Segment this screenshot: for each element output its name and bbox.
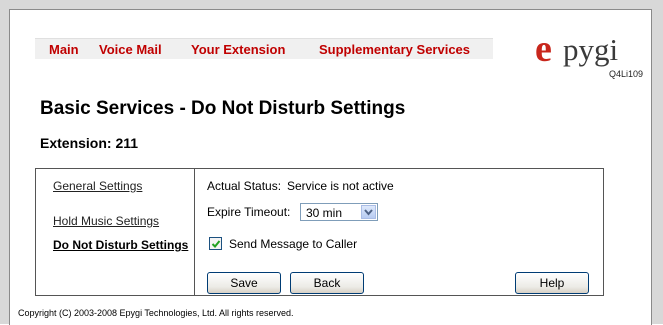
page-title: Basic Services - Do Not Disturb Settings [40,98,406,119]
logo-letter: e [535,28,552,70]
epygi-logo: e pygi Q4Li109 [535,29,647,79]
send-message-checkbox[interactable] [209,237,222,250]
model-label: Q4Li109 [609,69,644,79]
settings-sidebar: General Settings Hold Music Settings Do … [36,169,195,295]
extension-label: Extension: 211 [40,135,139,151]
window-frame-left [0,0,9,324]
expire-timeout-label: Expire Timeout: [207,205,291,219]
help-button[interactable]: Help [515,272,589,294]
save-button[interactable]: Save [207,272,281,294]
settings-panel: General Settings Hold Music Settings Do … [35,168,604,296]
window-frame-right [651,0,663,324]
expire-timeout-select[interactable]: 30 min [300,203,378,221]
status-label: Actual Status: [207,179,282,193]
sidebar-item-general-settings[interactable]: General Settings [53,179,142,193]
logo-text: pygi [563,32,619,67]
status-value: Service is not active [287,179,394,193]
top-nav-bar: Main Voice Mail Your Extension Supplemen… [35,38,493,59]
nav-main-link[interactable]: Main [49,42,79,57]
checkmark-icon [211,240,221,248]
nav-voice-mail-link[interactable]: Voice Mail [99,42,162,57]
nav-your-extension-link[interactable]: Your Extension [191,42,285,57]
window-frame-top [0,0,663,9]
nav-supplementary-services-link[interactable]: Supplementary Services [319,42,470,57]
back-button[interactable]: Back [290,272,364,294]
expire-timeout-value: 30 min [306,206,343,220]
chevron-down-icon[interactable] [361,205,376,219]
sidebar-item-hold-music-settings[interactable]: Hold Music Settings [53,214,159,228]
copyright-text: Copyright (C) 2003-2008 Epygi Technologi… [18,308,294,318]
send-message-label: Send Message to Caller [229,237,358,251]
sidebar-item-do-not-disturb-settings[interactable]: Do Not Disturb Settings [53,238,188,252]
